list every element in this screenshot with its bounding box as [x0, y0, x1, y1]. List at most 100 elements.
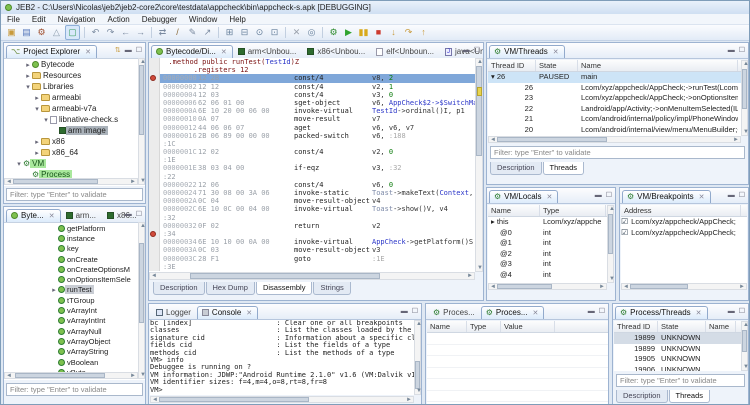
btab-vmthreads-description[interactable]: Description	[490, 162, 542, 175]
close-icon[interactable]: ✕	[696, 309, 702, 317]
tab-vm-breakpoints[interactable]: ⚙ VM/Breakpoints ✕	[622, 190, 711, 203]
close-icon[interactable]: ✕	[49, 212, 55, 220]
breakpoint-ruler[interactable]	[149, 229, 160, 239]
tab-editor-0[interactable]: Bytecode/Di... ✕	[151, 45, 233, 58]
column-header-value[interactable]: Value	[501, 321, 555, 332]
v-scrollbar[interactable]: ▲ ▼	[138, 222, 145, 379]
edit-icon[interactable]: ✎	[186, 26, 199, 39]
process-thread-row[interactable]: 19899 UNKNOWN	[614, 333, 741, 344]
breakpoint-ruler[interactable]	[149, 66, 160, 75]
breakpoint-ruler[interactable]	[149, 213, 160, 222]
console-output[interactable]: bc [index] : Clear one or all breakpoint…	[150, 320, 414, 395]
code-line[interactable]: 0000003C 28 F1 goto:1E	[149, 254, 475, 263]
tree-item-vm[interactable]: ▾ ⚙ VM	[4, 158, 145, 169]
editor-h-scrollbar[interactable]: ◄ ►	[149, 272, 475, 280]
editor-v-scrollbar[interactable]: ▲ ▼	[475, 58, 483, 272]
minimize-icon[interactable]: ▬	[728, 308, 735, 315]
local-row[interactable]: @2 int	[488, 249, 607, 260]
tab-members-0[interactable]: Byte... ✕	[6, 209, 61, 222]
member-item-vboolean[interactable]: vBoolean	[4, 357, 145, 367]
breakpoint-ruler[interactable]	[149, 254, 160, 263]
menu-edit[interactable]: Edit	[32, 15, 46, 24]
minimize-icon[interactable]: ▬	[401, 308, 408, 315]
maximize-icon[interactable]: ☐	[739, 191, 745, 199]
code-label-line[interactable]: :1E	[149, 156, 475, 165]
tab-editor-3[interactable]: elf<Unboun...	[371, 45, 440, 58]
code-label-line[interactable]: :34	[149, 229, 475, 239]
breakpoint-ruler[interactable]	[149, 156, 160, 165]
tab-logger[interactable]: Logger	[151, 306, 197, 319]
breakpoint-ruler[interactable]	[149, 131, 160, 140]
run-icon[interactable]: ▶	[342, 26, 355, 39]
layout-icon[interactable]: ⊟	[238, 26, 251, 39]
breakpoint-row[interactable]: ☑ Lcom/xyz/appcheck/AppCheck;	[621, 228, 747, 239]
h-scrollbar[interactable]: ◄ ►	[488, 283, 607, 290]
v-scrollbar[interactable]: ▲ ▼	[607, 205, 615, 283]
code-label-line[interactable]: :3E	[149, 262, 475, 271]
expander-icon[interactable]: ▸	[33, 138, 41, 146]
local-row[interactable]: @0 int	[488, 228, 607, 239]
menu-window[interactable]: Window	[189, 15, 217, 24]
thread-row[interactable]: 22 Landroid/app/Activity;->onMenuItemSele…	[488, 104, 741, 115]
close-icon[interactable]: ✕	[533, 309, 539, 317]
column-header-name[interactable]: Name	[488, 205, 540, 216]
member-item-instance[interactable]: instance	[4, 233, 145, 243]
maximize-icon[interactable]: ☐	[136, 46, 142, 54]
tree-item-resources[interactable]: ▸ Resources	[4, 70, 145, 81]
menu-debugger[interactable]: Debugger	[142, 15, 177, 24]
code-line[interactable]: 00000000 12 2B const/4 v8, 2	[149, 74, 475, 83]
thread-row[interactable]: 20 Lcom/android/internal/view/menu/MenuBu…	[488, 125, 741, 136]
code-line[interactable]: 00000022 12 06 const/4 v6, 0	[149, 180, 475, 189]
tree-item-arm-image[interactable]: arm image	[4, 125, 145, 136]
tag-icon[interactable]: ⊡	[268, 26, 281, 39]
tab-editor-1[interactable]: arm<Unbou...	[233, 45, 303, 58]
tools-icon[interactable]: ⚙	[35, 26, 48, 39]
code-line[interactable]: 0000002C 6E 10 0C 00 04 00 invoke-virtual T…	[149, 205, 475, 214]
btab-procthreads-description[interactable]: Description	[616, 390, 668, 403]
save-icon[interactable]: ▤	[20, 26, 33, 39]
btab-hex-dump[interactable]: Hex Dump	[205, 282, 255, 295]
thread-row[interactable]: 23 Lcom/xyz/appcheck/AppCheck;->onOptions…	[488, 93, 741, 104]
minimize-icon[interactable]: ▬	[125, 47, 132, 54]
expander-icon[interactable]: ▸	[33, 149, 41, 157]
breakpoint-ruler[interactable]	[149, 123, 160, 132]
project-filter-input[interactable]	[6, 188, 143, 201]
breakpoint-ruler[interactable]	[149, 164, 160, 173]
member-item-oncreateoptionsm[interactable]: onCreateOptionsM	[4, 264, 145, 274]
process-vars-table[interactable]: Name Type Value	[427, 321, 608, 404]
breakpoint-ruler[interactable]	[149, 246, 160, 255]
breakpoint-ruler[interactable]	[149, 205, 160, 214]
grid-icon[interactable]: ⊞	[223, 26, 236, 39]
column-header-state[interactable]: State	[658, 321, 706, 332]
maximize-icon[interactable]: ☐	[136, 210, 142, 218]
btab-vmthreads-threads[interactable]: Threads	[542, 162, 585, 175]
code-line[interactable]: 00000016 2B 06 89 00 00 00 packed-switch v6…	[149, 131, 475, 140]
breakpoint-ruler[interactable]	[149, 238, 160, 247]
column-header-address[interactable]: Address	[621, 205, 741, 216]
code-line[interactable]: 0000001E 38 03 04 00 if-eqz v3, :32	[149, 164, 475, 173]
process-thread-row[interactable]: 19905 UNKNOWN	[614, 354, 741, 365]
breakpoint-ruler[interactable]	[149, 180, 160, 189]
code-line[interactable]: 00000024 71 30 08 00 3A 06 invoke-static To…	[149, 189, 475, 198]
tab-console[interactable]: Console ✕	[196, 306, 259, 319]
close-icon[interactable]: ✕	[85, 48, 91, 56]
column-header-name[interactable]: Name	[427, 321, 467, 332]
tree-item-armeabi-v7a[interactable]: ▾ armeabi-v7a	[4, 103, 145, 114]
locals-table[interactable]: Name Type ▸ this Lcom/xyz/appche @0 int @1 int @…	[488, 205, 607, 283]
expander-icon[interactable]: ▾	[24, 83, 32, 91]
code-label-line[interactable]: :32	[149, 213, 475, 222]
tab-project-explorer[interactable]: ⌥ Project Explorer ✕	[6, 45, 98, 58]
breakpoint-ruler[interactable]	[149, 189, 160, 198]
btab-disassembly[interactable]: Disassembly	[255, 282, 313, 295]
code-decl-line[interactable]: .method public runTest(TestId)Z	[149, 58, 475, 67]
member-item-ttgroup[interactable]: tTGroup	[4, 295, 145, 305]
process-thread-row[interactable]: 19906 UNKNOWN	[614, 365, 741, 372]
btab-description[interactable]: Description	[153, 282, 205, 295]
thread-row[interactable]: ▾ 26 PAUSED main	[488, 72, 741, 83]
member-item-oncreate[interactable]: onCreate	[4, 254, 145, 264]
threads-filter-input[interactable]	[490, 146, 745, 159]
column-header-thread-id[interactable]: Thread ID	[488, 60, 536, 71]
disassembly-view[interactable]: .method public runTest(TestId)Z .registe…	[149, 58, 475, 272]
alert-icon[interactable]: △	[50, 26, 63, 39]
btab-strings[interactable]: Strings	[313, 282, 351, 295]
